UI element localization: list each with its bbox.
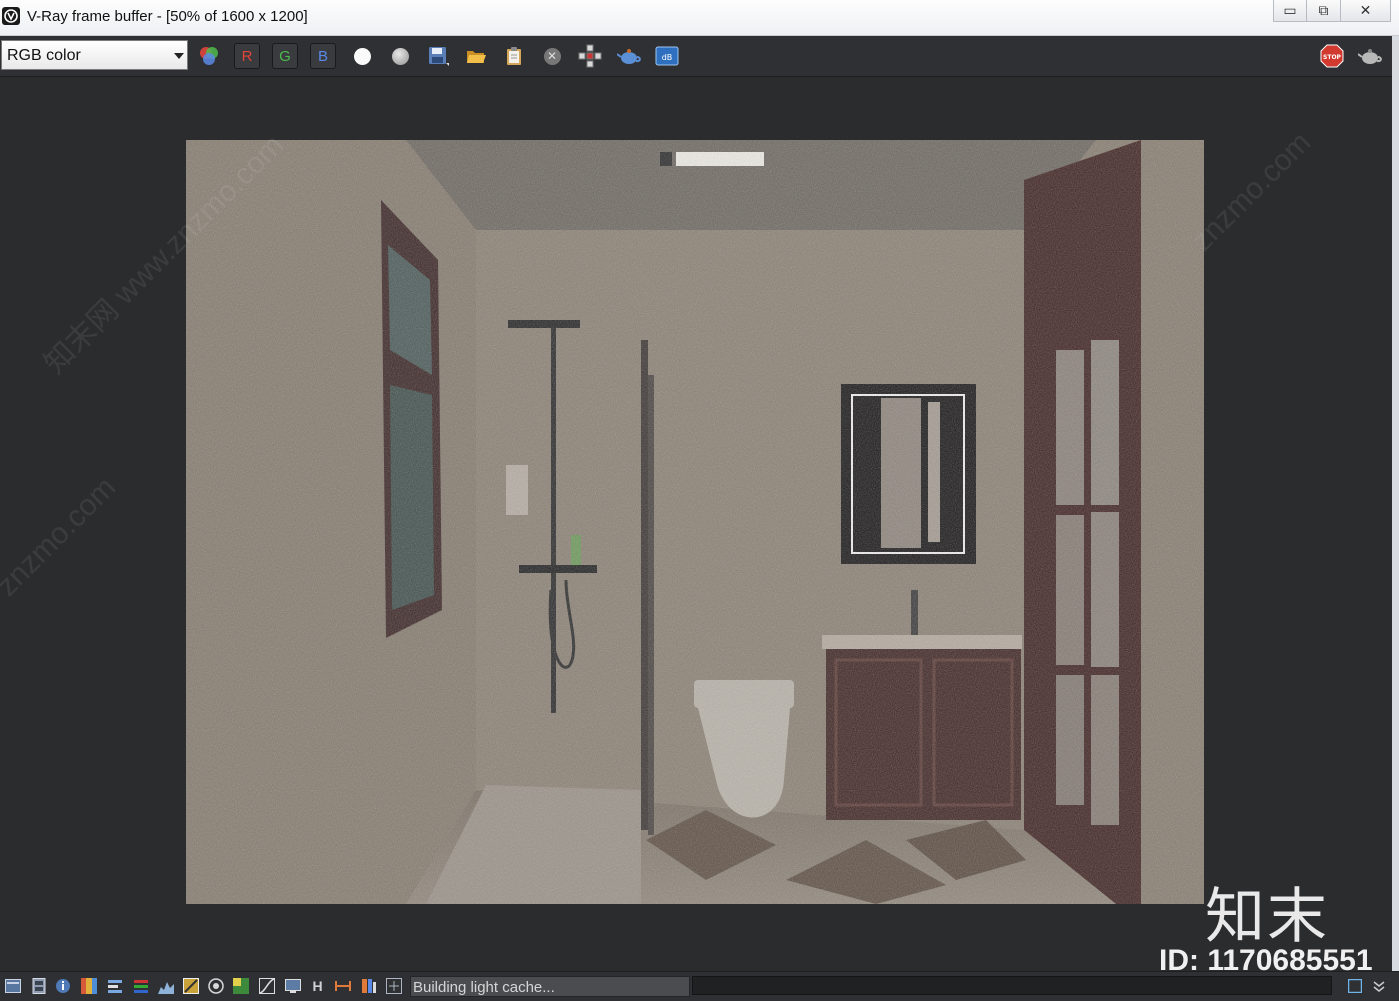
compare-icon (361, 978, 376, 993)
save-disk-icon (429, 47, 449, 66)
square-panel-icon (1347, 978, 1362, 993)
curves-button[interactable] (132, 977, 149, 994)
watermark-text: znzmo.com (1185, 125, 1318, 258)
teapot-icon (1358, 49, 1382, 64)
red-channel-button[interactable]: R (234, 43, 260, 69)
save-image-button[interactable] (425, 43, 451, 69)
clear-image-button[interactable]: ✕ (539, 43, 565, 69)
close-button[interactable]: ✕ (1341, 0, 1391, 22)
green-channel-button[interactable]: G (272, 43, 298, 69)
channel-select-value: RGB color (7, 47, 81, 64)
exposure-icon (182, 977, 199, 994)
status-message: Building light cache... (413, 979, 555, 996)
h-button[interactable]: H (309, 977, 326, 994)
curve-button[interactable] (258, 977, 275, 994)
vray-logo-icon (2, 7, 20, 25)
minimize-icon: ▭ (1283, 2, 1297, 18)
gradient-icon (80, 977, 97, 994)
window-controls: ▭ ⧉ ✕ (1273, 0, 1391, 22)
render-viewport[interactable] (186, 140, 1204, 904)
monitor-icon (284, 978, 301, 993)
aperture-icon (207, 977, 224, 994)
track-mouse-button[interactable] (577, 43, 603, 69)
levels-icon (107, 979, 122, 993)
monochrome-button[interactable] (387, 43, 413, 69)
clear-x-icon: ✕ (543, 47, 561, 65)
lut-icon (232, 977, 249, 994)
vfb-settings-button[interactable]: dB (654, 43, 680, 69)
grey-dot-icon (391, 47, 409, 65)
color-circles-icon (200, 47, 218, 65)
display-correction-button[interactable] (284, 977, 301, 994)
alpha-white-button[interactable] (349, 43, 375, 69)
compare-button[interactable] (360, 977, 377, 994)
bathroom-render-image (186, 140, 1204, 904)
render-progress-bar: Building light cache... (410, 976, 690, 997)
film-strip-button[interactable] (30, 977, 47, 994)
restore-icon: ⧉ (1318, 2, 1329, 18)
brand-watermark: 知末 (1205, 882, 1329, 952)
bars-icon (133, 979, 148, 993)
stop-sign-icon: STOP (1320, 44, 1344, 68)
channel-select[interactable]: RGB color (1, 40, 188, 70)
color-correction-button[interactable] (80, 977, 97, 994)
status-bar: H Building light cache... (0, 971, 1399, 1001)
exposure-button[interactable] (182, 977, 199, 994)
curve-icon (258, 977, 275, 994)
histogram-button[interactable] (157, 977, 174, 994)
stop-render-button[interactable]: STOP (1319, 43, 1345, 69)
horizontal-scrollbar[interactable] (692, 976, 1332, 995)
color-channels-button[interactable] (196, 43, 222, 69)
vfb-toolbar: RGB color R G B ✕ dB STOP (0, 36, 1392, 77)
svg-text:dB: dB (662, 53, 673, 62)
info-button[interactable] (54, 977, 71, 994)
histogram-icon (157, 981, 174, 994)
window-title: V-Ray frame buffer - [50% of 1600 x 1200… (27, 8, 308, 25)
window-border-right (1392, 36, 1399, 976)
load-image-button[interactable] (463, 43, 489, 69)
chevron-down-icon (174, 53, 184, 59)
render-last-button[interactable] (1357, 43, 1383, 69)
title-bar: V-Ray frame buffer - [50% of 1600 x 1200… (0, 0, 1399, 36)
vfb-panel-icon: dB (655, 46, 679, 66)
stop-sign-label: STOP (1323, 54, 1342, 61)
chevron-double-down-icon (1373, 980, 1384, 992)
region-render-button[interactable] (334, 977, 351, 994)
lens-effects-button[interactable] (207, 977, 224, 994)
film-strip-icon (32, 977, 45, 994)
close-icon: ✕ (1359, 2, 1372, 18)
panel-toggle-button[interactable] (1346, 977, 1363, 994)
expand-button[interactable] (1370, 977, 1387, 994)
copy-clipboard-button[interactable] (501, 43, 527, 69)
render-button[interactable] (616, 43, 642, 69)
minimize-button[interactable]: ▭ (1273, 0, 1307, 22)
plus-grid-icon (385, 977, 402, 994)
levels-button[interactable] (106, 977, 123, 994)
lut-button[interactable] (232, 977, 249, 994)
history-button[interactable] (4, 977, 21, 994)
panel-icon (4, 978, 21, 993)
region-icon (334, 980, 351, 991)
clipboard-icon (507, 47, 521, 65)
info-icon (55, 978, 70, 993)
white-dot-icon (353, 47, 371, 65)
blue-channel-button[interactable]: B (310, 43, 336, 69)
crosshair-grid-icon (578, 44, 602, 68)
teapot-render-icon (617, 49, 641, 64)
folder-open-icon (467, 51, 486, 63)
zoom-button[interactable] (385, 977, 402, 994)
watermark-text: znzmo.com (0, 470, 123, 603)
restore-button[interactable]: ⧉ (1307, 0, 1341, 22)
